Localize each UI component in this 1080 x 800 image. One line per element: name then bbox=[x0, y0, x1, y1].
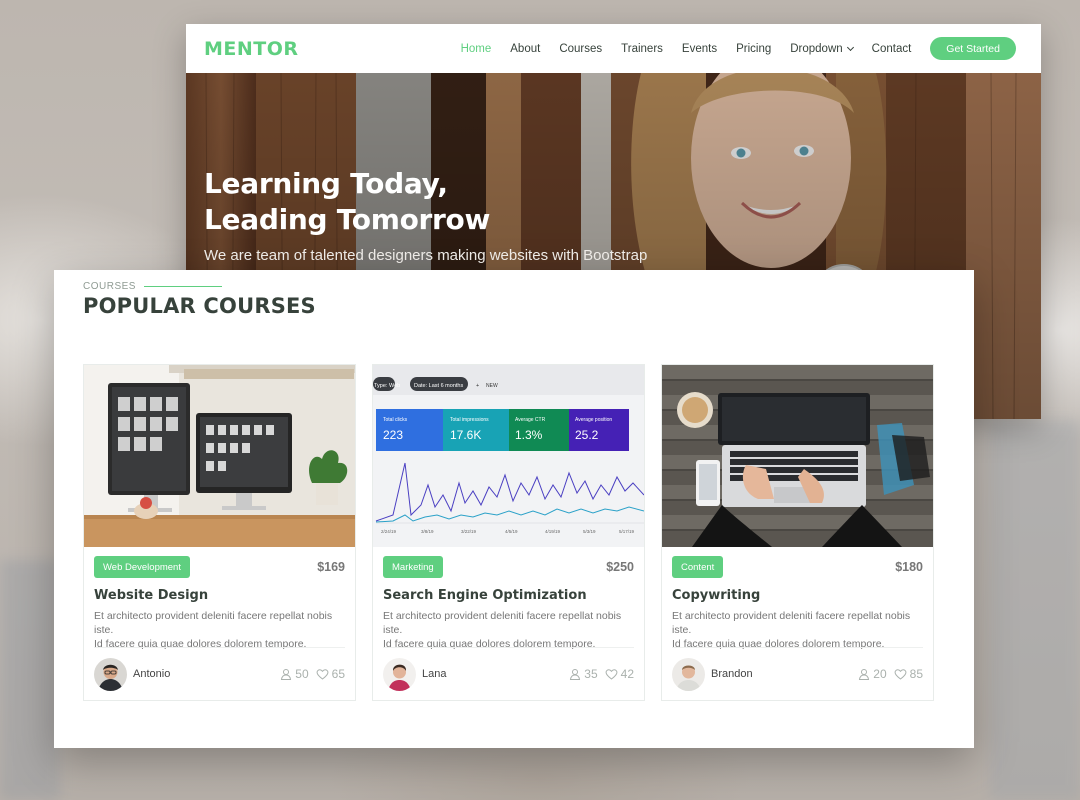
trainer-name[interactable]: Lana bbox=[422, 668, 446, 680]
course-description-line1: Et architecto provident deleniti facere … bbox=[94, 610, 333, 636]
nav-pricing[interactable]: Pricing bbox=[736, 43, 771, 55]
heart-icon[interactable] bbox=[605, 668, 618, 680]
get-started-button[interactable]: Get Started bbox=[930, 37, 1016, 60]
like-count: 65 bbox=[331, 667, 345, 681]
category-badge[interactable]: Web Development bbox=[94, 556, 190, 578]
course-stats: 35 42 bbox=[569, 667, 634, 681]
course-stats: 20 85 bbox=[858, 667, 923, 681]
metric-2-value: 17.6K bbox=[450, 428, 481, 442]
hero-title-line2: Leading Tomorrow bbox=[204, 203, 491, 236]
nav-dropdown[interactable]: Dropdown bbox=[790, 42, 854, 55]
svg-text:+: + bbox=[476, 383, 479, 389]
metric-3-value: 1.3% bbox=[515, 428, 543, 442]
student-count: 20 bbox=[873, 667, 887, 681]
course-footer: Antonio 50 65 bbox=[94, 657, 345, 691]
nav-events[interactable]: Events bbox=[682, 43, 717, 55]
course-description: Et architecto provident deleniti facere … bbox=[94, 609, 343, 651]
heart-icon[interactable] bbox=[894, 668, 907, 680]
logo[interactable]: MENTOR bbox=[204, 38, 299, 60]
user-icon bbox=[859, 669, 870, 680]
course-price: $180 bbox=[895, 560, 923, 574]
nav-trainers[interactable]: Trainers bbox=[621, 43, 663, 55]
thumb-date-6: 5/3/19 bbox=[583, 529, 596, 534]
category-badge[interactable]: Marketing bbox=[383, 556, 443, 578]
nav-home[interactable]: Home bbox=[461, 43, 492, 55]
hero-title: Learning Today, Leading Tomorrow bbox=[204, 166, 647, 238]
course-card[interactable]: Type: Web Date: Last 6 months + NEW Tota… bbox=[372, 364, 645, 701]
nav-contact[interactable]: Contact bbox=[872, 43, 912, 55]
course-meta: Web Development $169 bbox=[94, 556, 345, 578]
hero-title-line1: Learning Today, bbox=[204, 167, 448, 200]
course-meta: Content $180 bbox=[672, 556, 923, 578]
like-count: 85 bbox=[909, 667, 923, 681]
metric-3-label: Average CTR bbox=[515, 417, 546, 423]
avatar[interactable] bbox=[383, 657, 416, 691]
category-badge[interactable]: Content bbox=[672, 556, 724, 578]
thumb-date-1: 2/24/19 bbox=[381, 529, 397, 534]
course-thumbnail[interactable] bbox=[84, 365, 355, 547]
course-description-line2: Id facere quia quae dolores dolorem temp… bbox=[94, 638, 307, 650]
metric-1-label: Total clicks bbox=[383, 417, 408, 423]
main-menu: Home About Courses Trainers Events Prici… bbox=[442, 37, 1016, 60]
avatar[interactable] bbox=[672, 657, 705, 691]
chevron-down-icon bbox=[846, 43, 854, 51]
course-card[interactable]: Web Development $169 Website Design Et a… bbox=[83, 364, 356, 701]
like-count: 42 bbox=[620, 667, 634, 681]
user-icon bbox=[570, 669, 581, 680]
metric-4-label: Average position bbox=[575, 417, 612, 423]
course-thumbnail[interactable] bbox=[662, 365, 933, 547]
nav-about[interactable]: About bbox=[510, 43, 540, 55]
popular-courses-window: COURSES POPULAR COURSES Web Development … bbox=[54, 270, 974, 748]
nav-dropdown-label: Dropdown bbox=[790, 42, 843, 55]
hero-subtitle: We are team of talented designers making… bbox=[204, 247, 648, 264]
course-description: Et architecto provident deleniti facere … bbox=[383, 609, 632, 651]
thumb-new-label: NEW bbox=[486, 383, 498, 389]
heart-icon[interactable] bbox=[316, 668, 329, 680]
metric-4-value: 25.2 bbox=[575, 428, 599, 442]
thumb-date-7: 5/17/19 bbox=[619, 529, 635, 534]
student-count: 35 bbox=[584, 667, 598, 681]
course-card[interactable]: Content $180 Copywriting Et architecto p… bbox=[661, 364, 934, 701]
course-footer: Lana 35 42 bbox=[383, 657, 634, 691]
course-description-line1: Et architecto provident deleniti facere … bbox=[672, 610, 911, 636]
hero-text: Learning Today, Leading Tomorrow We are … bbox=[204, 166, 647, 264]
thumb-filter-2: Date: Last 6 months bbox=[414, 383, 463, 389]
header-navbar: MENTOR Home About Courses Trainers Event… bbox=[186, 24, 1041, 73]
course-description-line2: Id facere quia quae dolores dolorem temp… bbox=[383, 638, 596, 650]
thumb-filter-1: Type: Web bbox=[374, 383, 400, 389]
course-title[interactable]: Website Design bbox=[94, 588, 208, 603]
thumb-date-2: 3/8/19 bbox=[421, 529, 434, 534]
trainer-name[interactable]: Brandon bbox=[711, 668, 753, 680]
course-price: $250 bbox=[606, 560, 634, 574]
course-title[interactable]: Copywriting bbox=[672, 588, 760, 603]
card-divider bbox=[672, 647, 923, 648]
course-title[interactable]: Search Engine Optimization bbox=[383, 588, 587, 603]
thumb-date-5: 4/19/19 bbox=[545, 529, 561, 534]
course-stats: 50 65 bbox=[280, 667, 345, 681]
metric-1-value: 223 bbox=[383, 428, 403, 442]
course-description-line2: Id facere quia quae dolores dolorem temp… bbox=[672, 638, 885, 650]
course-description: Et architecto provident deleniti facere … bbox=[672, 609, 921, 651]
section-title: POPULAR COURSES bbox=[83, 294, 316, 318]
section-tag: COURSES bbox=[83, 281, 222, 292]
user-icon bbox=[281, 669, 292, 680]
course-footer: Brandon 20 85 bbox=[672, 657, 923, 691]
thumb-date-4: 4/5/19 bbox=[505, 529, 518, 534]
trainer-name[interactable]: Antonio bbox=[133, 668, 170, 680]
course-thumbnail[interactable]: Type: Web Date: Last 6 months + NEW Tota… bbox=[373, 365, 644, 547]
section-tag-text: COURSES bbox=[83, 281, 136, 292]
course-description-line1: Et architecto provident deleniti facere … bbox=[383, 610, 622, 636]
card-divider bbox=[94, 647, 345, 648]
metric-2-label: Total impressions bbox=[450, 417, 489, 423]
nav-courses[interactable]: Courses bbox=[559, 43, 602, 55]
section-tag-line bbox=[143, 286, 222, 287]
thumb-date-3: 3/22/19 bbox=[461, 529, 477, 534]
student-count: 50 bbox=[295, 667, 309, 681]
course-price: $169 bbox=[317, 560, 345, 574]
avatar[interactable] bbox=[94, 657, 127, 691]
card-divider bbox=[383, 647, 634, 648]
course-meta: Marketing $250 bbox=[383, 556, 634, 578]
